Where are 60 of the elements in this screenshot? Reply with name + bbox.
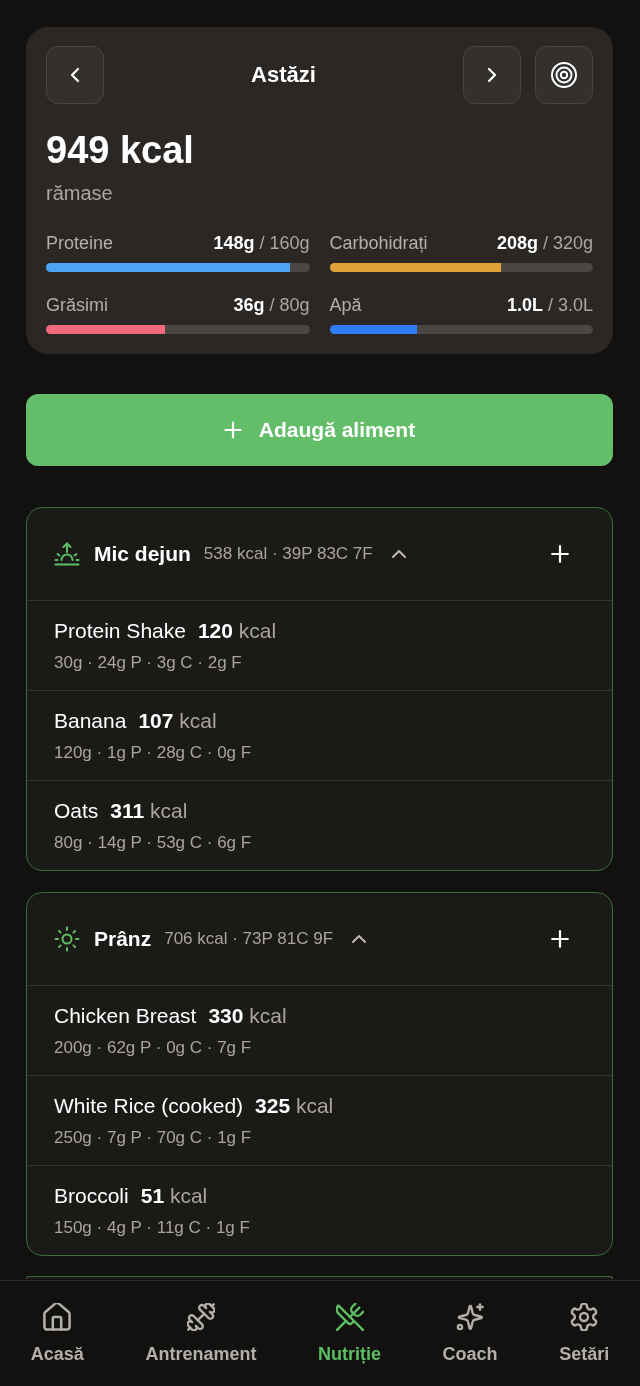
food-name: Oats bbox=[54, 798, 99, 824]
nav-tab[interactable]: Coach bbox=[440, 1281, 500, 1365]
food-name: Broccoli bbox=[54, 1183, 129, 1209]
calories-remaining: 949 kcal bbox=[46, 128, 194, 172]
meal-summary: 706 kcal · 73P 81C 9F bbox=[164, 928, 334, 950]
sunrise-icon bbox=[54, 542, 80, 566]
macro-label: Proteine bbox=[46, 232, 114, 254]
nav-tab[interactable]: Setări bbox=[557, 1281, 612, 1365]
food-calories: 51 kcal bbox=[140, 1183, 208, 1209]
macro-value: 1.0L / 3.0L bbox=[506, 294, 593, 316]
macro-value: 36g / 80g bbox=[233, 294, 310, 316]
food-details: 120g · 1g P · 28g C · 0g F bbox=[54, 742, 252, 764]
food-item[interactable]: Oats 311 kcal 80g · 14g P · 53g C · 6g F bbox=[27, 780, 612, 870]
macro-label: Apă bbox=[329, 294, 362, 316]
meal-name: Prânz bbox=[94, 926, 152, 952]
nav-tab[interactable]: Nutriție bbox=[316, 1281, 383, 1365]
settings-icon bbox=[570, 1303, 599, 1331]
macro-value: 148g / 160g bbox=[213, 232, 310, 254]
macro-label: Grăsimi bbox=[46, 294, 108, 316]
food-details: 200g · 62g P · 0g C · 7g F bbox=[54, 1037, 252, 1059]
food-item[interactable]: Chicken Breast 330 kcal 200g · 62g P · 0g C · 7g F bbox=[27, 985, 612, 1075]
food-calories: 120 kcal bbox=[197, 618, 277, 644]
fork-and-knife-icon bbox=[335, 1303, 364, 1331]
food-name: Chicken Breast bbox=[54, 1003, 197, 1029]
macro-label: Carbohidrați bbox=[329, 232, 428, 254]
plus-icon bbox=[551, 930, 569, 948]
food-details: 250g · 7g P · 70g C · 1g F bbox=[54, 1127, 252, 1149]
chevron-up-icon bbox=[351, 934, 368, 944]
food-calories: 311 kcal bbox=[110, 798, 188, 824]
remaining-label: rămase bbox=[46, 181, 113, 206]
food-name: Banana bbox=[54, 708, 127, 734]
food-details: 150g · 4g P · 11g C · 1g F bbox=[54, 1217, 250, 1239]
chevron-right-icon bbox=[487, 67, 497, 83]
food-details: 30g · 24g P · 3g C · 2g F bbox=[54, 652, 242, 674]
food-calories: 325 kcal bbox=[255, 1093, 334, 1119]
food-details: 80g · 14g P · 53g C · 6g F bbox=[54, 832, 252, 854]
plus-icon bbox=[551, 545, 569, 563]
sun-icon bbox=[54, 926, 80, 952]
chevron-up-icon bbox=[390, 549, 407, 559]
goals-button[interactable] bbox=[535, 46, 593, 104]
food-item[interactable]: Banana 107 kcal 120g · 1g P · 28g C · 0g F bbox=[27, 690, 612, 780]
food-calories: 330 kcal bbox=[208, 1003, 287, 1029]
food-calories: 107 kcal bbox=[138, 708, 217, 734]
plus-icon bbox=[223, 421, 242, 439]
meal-summary: 538 kcal · 39P 83C 7F bbox=[203, 543, 373, 565]
meal-name: Mic dejun bbox=[94, 541, 191, 567]
food-item[interactable]: White Rice (cooked) 325 kcal 250g · 7g P · 70g C · 1g F bbox=[27, 1075, 612, 1165]
food-name: White Rice (cooked) bbox=[54, 1093, 244, 1119]
food-name: Protein Shake bbox=[54, 618, 186, 644]
nav-tab[interactable]: Antrenament bbox=[143, 1281, 259, 1365]
day-title: Astăzi bbox=[251, 61, 316, 89]
dumbbell-icon bbox=[186, 1303, 215, 1331]
nav-tab[interactable]: Acasă bbox=[28, 1281, 86, 1365]
chevron-left-icon bbox=[70, 67, 80, 83]
food-item[interactable]: Protein Shake 120 kcal 30g · 24g P · 3g C · 2g F bbox=[27, 600, 612, 690]
macro-value: 208g / 320g bbox=[496, 232, 593, 254]
home-icon bbox=[43, 1303, 72, 1331]
target-icon bbox=[551, 62, 577, 88]
food-item[interactable]: Broccoli 51 kcal 150g · 4g P · 11g C · 1g F bbox=[27, 1165, 612, 1255]
sparkle-icon bbox=[456, 1303, 485, 1331]
